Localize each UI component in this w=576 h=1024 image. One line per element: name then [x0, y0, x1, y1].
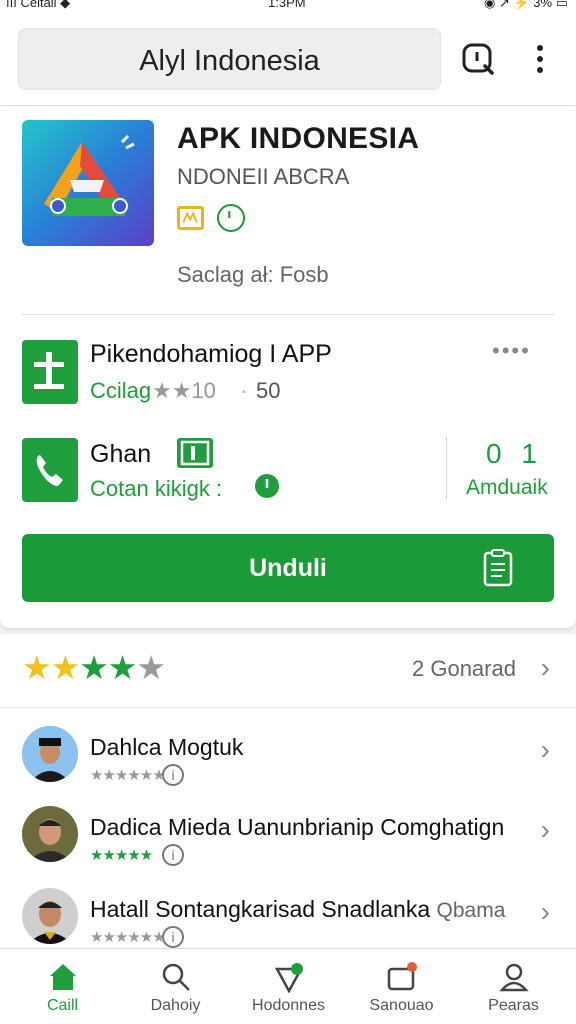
search-query: Alyl Indonesia	[139, 45, 320, 77]
person-icon	[499, 963, 529, 992]
more-vert-icon[interactable]	[528, 40, 552, 78]
battery-status: ◉ ↗ ⚡ 3% ▭	[484, 0, 568, 10]
nav-label: Caill	[46, 997, 79, 1014]
row-title-app: Pikendohamiog I APP	[90, 340, 332, 368]
reviewer-name-text: Hatall Sontangkarisad Snadlanka	[90, 896, 431, 922]
star-icon: ★	[22, 649, 52, 686]
stat-label: Amduaik	[466, 476, 548, 499]
star-icon: ★	[79, 649, 109, 686]
reviewer-name: Dadica Mieda Uanunbrianip Comghatign	[90, 814, 505, 840]
reviewer-name: Hatall Sontangkarisad Snadlanka Qbama	[90, 896, 505, 923]
row-count: 50	[256, 378, 281, 403]
reviewer-tag: Qbama	[436, 899, 506, 922]
avatar	[22, 726, 78, 782]
nav-label: Sanouao	[369, 997, 434, 1014]
gift-icon	[274, 963, 304, 993]
review-stars: ★★★★★	[90, 847, 153, 864]
review-stars: ★★★★★★	[90, 767, 166, 784]
star-icon: ★	[50, 649, 81, 686]
clock-badge-icon	[217, 204, 245, 232]
downloads-icon	[22, 340, 78, 404]
nav-item-home[interactable]: Caill	[5, 949, 120, 1024]
info-icon[interactable]: i	[162, 926, 184, 948]
reviewer-name: Dahlca Mogtuk	[90, 734, 244, 760]
review-item[interactable]: Dadica Mieda Uanunbrianip Comghatign ★★★…	[0, 794, 576, 882]
download-label: Unduli	[249, 554, 327, 582]
reviews-card: ★★★★★ 2 Gonarad › Dahlca Mogtuk ★★★★★★ i…	[0, 634, 576, 954]
rating-summary-row[interactable]: ★★★★★ 2 Gonarad ›	[0, 634, 576, 708]
rating-count: 2 Gonarad	[412, 656, 516, 681]
rating-stars: ★★★★★	[22, 648, 166, 687]
app-card: APK INDONESIA NDONEII ABCRA Saclag ał: F…	[0, 106, 576, 628]
avatar	[22, 806, 78, 862]
review-item[interactable]: Dahlca Mogtuk ★★★★★★ i ›	[0, 714, 576, 802]
chip-icon	[177, 438, 213, 468]
more-options-icon[interactable]: ••••	[492, 338, 531, 364]
star-icon: ★	[136, 649, 166, 686]
chevron-right-icon[interactable]: ›	[541, 814, 550, 846]
chevron-right-icon[interactable]: ›	[541, 734, 550, 766]
review-stars: ★★★★★★	[90, 929, 166, 946]
nav-label: Dahoiy	[150, 997, 201, 1014]
stat-number: 0 1	[486, 438, 543, 469]
row-sub-label: Ccilag	[90, 378, 152, 403]
nav-item-profile[interactable]: Pearas	[456, 949, 571, 1024]
carrier-signal: ııı Celtall ◆	[6, 0, 71, 10]
avatar	[22, 888, 78, 944]
chevron-right-icon[interactable]: ›	[541, 652, 550, 684]
search-icon[interactable]	[459, 40, 497, 78]
clipboard-icon	[483, 549, 513, 587]
nav-item-offers[interactable]: Hodonnes	[231, 949, 346, 1024]
clock: 1:3PM	[268, 0, 306, 10]
search-icon	[162, 963, 190, 991]
nav-label: Pearas	[488, 997, 539, 1014]
row-sub-cotan: Cotan kikigk :	[90, 476, 223, 501]
info-icon[interactable]: i	[162, 844, 184, 866]
screen: ııı Celtall ◆ 1:3PM ◉ ↗ ⚡ 3% ▭ Alyl Indo…	[0, 0, 576, 1024]
home-icon	[50, 964, 76, 990]
app-meta-text: Saclag ał: Fosb	[177, 262, 329, 287]
status-bar: ııı Celtall ◆ 1:3PM ◉ ↗ ⚡ 3% ▭	[0, 0, 576, 14]
chevron-right-icon[interactable]: ›	[541, 896, 550, 928]
divider	[22, 314, 554, 315]
nav-label: Hodonnes	[252, 997, 325, 1014]
inbox-icon	[387, 962, 417, 991]
nav-item-inbox[interactable]: Sanouao	[344, 949, 459, 1024]
info-icon[interactable]: i	[162, 764, 184, 786]
nav-item-search[interactable]: Dahoiy	[118, 949, 233, 1024]
vertical-divider	[446, 436, 447, 500]
app-logo-icon[interactable]	[22, 120, 154, 246]
editors-choice-icon	[177, 206, 204, 230]
star-icon: ★	[107, 649, 138, 686]
search-header: Alyl Indonesia	[0, 14, 576, 106]
download-button[interactable]: Unduli	[22, 534, 554, 602]
row-rating-stars: ★★10	[152, 378, 216, 403]
separator-dot: ·	[240, 378, 248, 403]
row-title-ghan: Ghan	[90, 440, 152, 468]
bottom-nav: Caill Dahoiy Hodonnes Sanouao Pearas	[0, 948, 576, 1024]
clock-icon	[255, 474, 279, 498]
app-title: APK INDONESIA	[177, 122, 420, 155]
phone-icon	[22, 438, 78, 502]
search-input[interactable]: Alyl Indonesia	[18, 28, 441, 90]
app-developer: NDONEII ABCRA	[177, 164, 350, 189]
